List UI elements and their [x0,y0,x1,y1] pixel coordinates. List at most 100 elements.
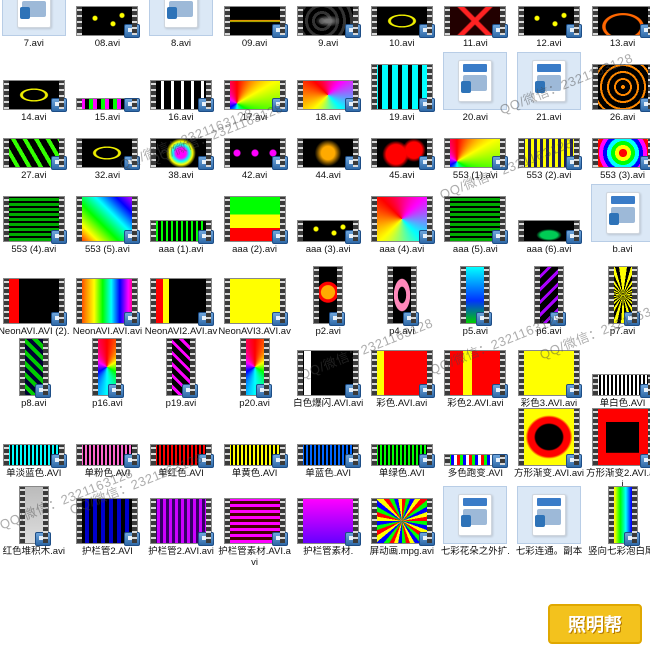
video-badge-icon [418,532,435,546]
file-tile[interactable]: 15.avi [71,60,145,134]
file-type-icon [516,486,581,544]
thumbnail-area [218,60,292,112]
file-tile[interactable]: 七彩连通。副本 [512,486,586,568]
file-tile[interactable]: 方形渐变.AVI.avi [512,408,586,490]
file-tile[interactable]: 13.avi [586,0,650,60]
file-tile[interactable]: aaa (4).avi [365,192,439,266]
file-tile[interactable]: 彩色.AVI.avi [365,348,439,420]
thumbnail-area [0,134,71,170]
video-thumbnail [297,350,362,398]
file-tile[interactable]: 单蓝色.AVI [291,420,365,490]
file-tile[interactable]: 27.avi [0,134,71,192]
video-thumbnail [591,408,650,468]
file-tile[interactable]: 20.avi [439,52,513,134]
file-tile[interactable]: 七彩花朵之外扩. [439,486,513,568]
file-tile[interactable]: 32.avi [71,134,145,192]
file-tile[interactable]: 08.avi [71,0,145,60]
file-tile[interactable]: aaa (1).avi [144,192,218,266]
file-tile[interactable]: p2.avi [291,266,365,348]
file-tile[interactable]: 553 (4).avi [0,192,71,266]
file-name-label: 38.avi [168,170,194,181]
file-tile[interactable]: 多色跑变.AVI [439,420,513,490]
file-name-label: 单黄色.AVI [231,468,278,479]
file-tile[interactable]: 14.avi [0,60,71,134]
video-badge-icon [329,312,346,326]
file-tile[interactable]: aaa (5).avi [439,192,513,266]
thumbnail-area [586,266,650,326]
file-tile[interactable]: 方形渐变2.AVI.avi [586,408,650,490]
file-tile[interactable]: 11.avi [439,0,513,60]
file-tile[interactable]: 7.avi [0,0,71,60]
video-thumbnail [76,444,141,468]
file-tile[interactable]: 553 (1).avi [439,134,513,192]
file-tile[interactable]: b.avi [586,184,650,266]
file-name-label: p8.avi [21,398,47,409]
video-badge-icon [197,230,214,244]
file-tile[interactable]: p4.avi [365,266,439,348]
file-tile[interactable]: 09.avi [218,0,292,60]
file-tile[interactable]: 单粉色.AVI [71,420,145,490]
file-tile[interactable]: 12.avi [512,0,586,60]
file-tile[interactable]: 单绿色.AVI [365,420,439,490]
file-tile[interactable]: 19.avi [365,60,439,134]
file-tile[interactable]: NeonAVI.AVI.avi [71,266,145,348]
file-tile[interactable]: 单黄色.AVI [218,420,292,490]
file-tile[interactable]: 42.avi [218,134,292,192]
file-tile[interactable]: aaa (6).avi [512,192,586,266]
file-tile[interactable]: 单红色.AVI [144,420,218,490]
file-tile[interactable]: 16.avi [144,60,218,134]
file-tile[interactable]: NeonAVI3.AVI.avi [218,266,292,348]
file-tile[interactable]: NeonAVI2.AVI.avi [144,266,218,348]
file-tile[interactable]: 屏动画.mpg.avi [365,490,439,568]
file-tile[interactable]: 553 (5).avi [71,192,145,266]
thumbnail-area [439,134,513,170]
file-type-icon [516,52,581,110]
file-tile[interactable]: p19.avi [144,338,218,420]
file-tile[interactable]: 45.avi [365,134,439,192]
video-badge-icon [623,532,640,546]
file-name-label: 19.avi [389,112,415,123]
video-badge-icon [50,454,67,468]
file-tile[interactable]: p5.avi [439,266,513,348]
thumbnail-area [512,52,586,110]
file-tile[interactable]: 38.avi [144,134,218,192]
file-tile[interactable]: 10.avi [365,0,439,60]
file-tile[interactable]: 白色爆闪.AVI.avi [291,348,365,420]
file-tile[interactable]: NeonAVI.AVI (2).avi [0,266,71,348]
file-tile[interactable]: p16.avi [71,338,145,420]
file-tile[interactable]: 18.avi [291,60,365,134]
file-tile[interactable]: 护栏管素材.AVI.avi [218,490,292,568]
file-tile[interactable]: 护栏管2.AVI.avi [144,490,218,568]
file-tile[interactable]: p6.avi [512,266,586,348]
file-tile[interactable]: p8.avi [0,338,71,420]
file-name-label: p16.avi [92,398,123,409]
file-tile[interactable]: 红色堆积木.avi [0,486,71,568]
file-tile[interactable]: p7.avi [586,266,650,348]
file-tile[interactable]: 彩色2.AVI.avi [439,348,513,420]
file-tile[interactable]: 护栏管素材. [291,490,365,568]
file-name-label: 护栏管2.AVI [81,546,133,557]
file-tile[interactable]: 17.avi [218,60,292,134]
file-tile[interactable]: 553 (2).avi [512,134,586,192]
video-thumbnail [370,444,435,468]
file-tile[interactable]: aaa (3).avi [291,192,365,266]
brand-logo: 照明帮 [548,604,642,644]
file-tile[interactable]: 21.avi [512,52,586,134]
thumbnail-area [218,338,292,398]
file-tile[interactable]: 竖向七彩泡白尾. [586,486,650,568]
file-tile[interactable]: 8.avi [144,0,218,60]
file-tile[interactable]: aaa (2).avi [218,192,292,266]
file-name-label: aaa (2).avi [232,244,278,255]
file-tile[interactable]: 44.avi [291,134,365,192]
file-tile[interactable]: p20.avi [218,338,292,420]
file-tile[interactable]: 护栏管2.AVI [71,490,145,568]
thumbnail-area [586,348,650,398]
file-tile[interactable]: 9.avi [291,0,365,60]
file-tile[interactable]: 单淡蓝色.AVI [0,420,71,490]
thumbnail-area [586,486,650,546]
video-badge-icon [124,454,141,468]
video-thumbnail [76,278,141,326]
file-tile[interactable]: 26.avi [586,60,650,134]
video-badge-icon [50,312,67,326]
file-name-label: 17.avi [241,112,268,123]
